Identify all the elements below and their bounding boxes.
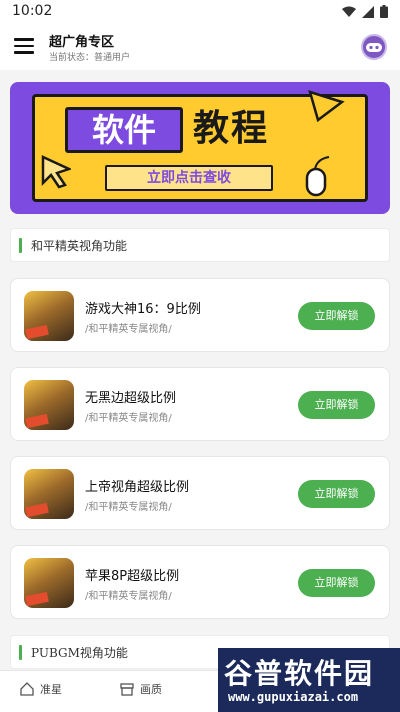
nav-label: 画质 — [140, 683, 162, 696]
app-bar: 超广角专区 当前状态：普通用户 — [0, 24, 400, 70]
box-icon — [120, 683, 134, 696]
page-title: 超广角专区 — [49, 35, 115, 50]
banner-button[interactable]: 立即点击查收 — [105, 165, 273, 191]
gamepad-icon — [366, 43, 382, 52]
banner-chip: 软件 — [65, 107, 183, 153]
cursor-icon — [41, 155, 71, 189]
section-accent-bar — [19, 238, 22, 253]
battery-icon — [380, 5, 388, 18]
item-name: 苹果8P超级比例 — [85, 569, 180, 584]
game-thumbnail — [24, 469, 74, 519]
watermark-url: www.gupuxiazai.com — [228, 690, 359, 704]
nav-item-crosshair[interactable]: 准星 — [20, 681, 62, 697]
status-time: 10:02 — [12, 3, 53, 19]
watermark-brand: 谷普软件园 — [224, 657, 375, 690]
unlock-button[interactable]: 立即解锁 — [298, 302, 375, 330]
list-item: 上帝视角超级比例 /和平精英专属视角/ 立即解锁 — [10, 456, 390, 530]
tutorial-banner[interactable]: 软件 教程 立即点击查收 — [10, 82, 390, 214]
nav-label: 准星 — [40, 683, 62, 696]
status-bar: 10:02 — [0, 0, 400, 24]
list-item: 无黑边超级比例 /和平精英专属视角/ 立即解锁 — [10, 367, 390, 441]
game-thumbnail — [24, 558, 74, 608]
banner-flag-icon — [308, 90, 345, 123]
home-icon — [20, 682, 34, 696]
item-name: 上帝视角超级比例 — [85, 480, 190, 495]
list-item: 游戏大神16：9比例 /和平精英专属视角/ 立即解锁 — [10, 278, 390, 352]
item-desc: /和平精英专属视角/ — [85, 324, 172, 335]
section-header: 和平精英视角功能 — [10, 228, 390, 262]
item-desc: /和平精英专属视角/ — [85, 502, 172, 513]
watermark: 谷普软件园 www.gupuxiazai.com — [218, 648, 400, 712]
unlock-button[interactable]: 立即解锁 — [298, 480, 375, 508]
signal-icon — [362, 5, 374, 18]
mouse-icon — [305, 156, 330, 197]
avatar[interactable] — [361, 34, 387, 60]
unlock-button[interactable]: 立即解锁 — [298, 569, 375, 597]
item-desc: /和平精英专属视角/ — [85, 591, 172, 602]
menu-icon[interactable] — [14, 38, 34, 54]
game-thumbnail — [24, 380, 74, 430]
game-thumbnail — [24, 291, 74, 341]
section-label: 和平精英视角功能 — [31, 239, 128, 253]
section-label: PUBGM视角功能 — [31, 646, 128, 660]
wifi-icon — [342, 6, 356, 17]
status-icons — [342, 5, 388, 18]
section-accent-bar — [19, 645, 22, 660]
list-item: 苹果8P超级比例 /和平精英专属视角/ 立即解锁 — [10, 545, 390, 619]
item-name: 游戏大神16：9比例 — [85, 302, 201, 317]
banner-heading: 教程 — [193, 108, 270, 149]
user-status: 当前状态：普通用户 — [49, 53, 131, 63]
nav-item-quality[interactable]: 画质 — [120, 681, 162, 697]
item-name: 无黑边超级比例 — [85, 391, 177, 406]
item-desc: /和平精英专属视角/ — [85, 413, 172, 424]
unlock-button[interactable]: 立即解锁 — [298, 391, 375, 419]
